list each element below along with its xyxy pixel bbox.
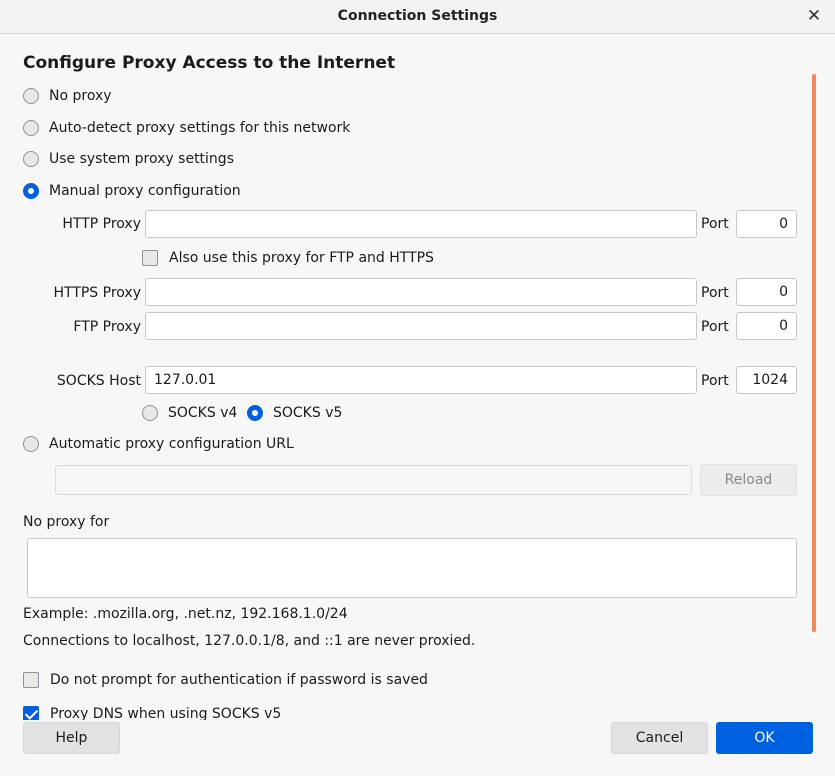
page-title: Configure Proxy Access to the Internet — [23, 53, 396, 73]
https-proxy-label: HTTPS Proxy — [53, 285, 141, 301]
https-proxy-input[interactable] — [145, 278, 697, 306]
no-proxy-for-label: No proxy for — [23, 514, 110, 530]
radio-selected-icon[interactable] — [23, 183, 39, 199]
help-button[interactable]: Help — [23, 722, 120, 754]
radio-icon[interactable] — [23, 120, 39, 136]
radio-icon[interactable] — [23, 436, 39, 452]
checkbox-icon[interactable] — [23, 672, 39, 688]
http-proxy-input[interactable] — [145, 210, 697, 238]
ftp-proxy-input[interactable] — [145, 312, 697, 340]
radio-auto-config-url[interactable]: Automatic proxy configuration URL — [23, 436, 294, 452]
radio-label: Automatic proxy configuration URL — [49, 436, 294, 452]
also-use-proxy-checkbox-row[interactable]: Also use this proxy for FTP and HTTPS — [142, 250, 434, 266]
radio-socks-v4[interactable]: SOCKS v4 — [142, 405, 237, 421]
https-port-input[interactable]: 0 — [736, 278, 797, 306]
checkbox-checked-icon[interactable] — [23, 706, 39, 720]
scroll-indicator[interactable] — [812, 74, 816, 632]
http-proxy-label: HTTP Proxy — [62, 216, 141, 232]
radio-label: Manual proxy configuration — [49, 183, 241, 199]
radio-label: Use system proxy settings — [49, 151, 234, 167]
radio-label: SOCKS v5 — [273, 405, 343, 421]
radio-label: Auto-detect proxy settings for this netw… — [49, 120, 351, 136]
radio-icon[interactable] — [23, 151, 39, 167]
title-bar: Connection Settings ✕ — [0, 0, 835, 34]
radio-label: SOCKS v4 — [168, 405, 238, 421]
checkbox-icon[interactable] — [142, 250, 158, 266]
socks-port-input[interactable]: 1024 — [736, 366, 797, 394]
no-prompt-auth-checkbox-row[interactable]: Do not prompt for authentication if pass… — [23, 672, 428, 688]
auto-config-url-input[interactable] — [55, 465, 692, 495]
close-icon[interactable]: ✕ — [803, 4, 825, 28]
radio-icon[interactable] — [23, 88, 39, 104]
reload-button[interactable]: Reload — [700, 464, 797, 496]
localhost-note: Connections to localhost, 127.0.0.1/8, a… — [23, 633, 476, 649]
checkbox-label: Proxy DNS when using SOCKS v5 — [50, 706, 282, 720]
https-port-label: Port — [701, 285, 729, 301]
radio-selected-icon[interactable] — [247, 405, 263, 421]
checkbox-label: Do not prompt for authentication if pass… — [50, 672, 428, 688]
checkbox-label: Also use this proxy for FTP and HTTPS — [169, 250, 434, 266]
window-title: Connection Settings — [337, 8, 498, 24]
radio-system-proxy[interactable]: Use system proxy settings — [23, 151, 234, 167]
socks-host-input[interactable]: 127.0.01 — [145, 366, 697, 394]
radio-label: No proxy — [49, 88, 112, 104]
no-proxy-textarea[interactable] — [27, 538, 797, 598]
http-port-input[interactable]: 0 — [736, 210, 797, 238]
radio-socks-v5[interactable]: SOCKS v5 — [247, 405, 342, 421]
radio-icon[interactable] — [142, 405, 158, 421]
proxy-dns-checkbox-row[interactable]: Proxy DNS when using SOCKS v5 — [23, 706, 281, 720]
socks-host-label: SOCKS Host — [56, 373, 141, 389]
ftp-port-input[interactable]: 0 — [736, 312, 797, 340]
ok-button[interactable]: OK — [716, 722, 813, 754]
radio-no-proxy[interactable]: No proxy — [23, 88, 112, 104]
http-port-label: Port — [701, 216, 729, 232]
radio-manual-proxy[interactable]: Manual proxy configuration — [23, 183, 241, 199]
no-proxy-example: Example: .mozilla.org, .net.nz, 192.168.… — [23, 606, 348, 622]
cancel-button[interactable]: Cancel — [611, 722, 708, 754]
ftp-port-label: Port — [701, 319, 729, 335]
ftp-proxy-label: FTP Proxy — [73, 319, 141, 335]
scroll-clip: Proxy DNS when using SOCKS v5 — [0, 700, 835, 720]
radio-auto-detect[interactable]: Auto-detect proxy settings for this netw… — [23, 120, 350, 136]
socks-port-label: Port — [701, 373, 729, 389]
